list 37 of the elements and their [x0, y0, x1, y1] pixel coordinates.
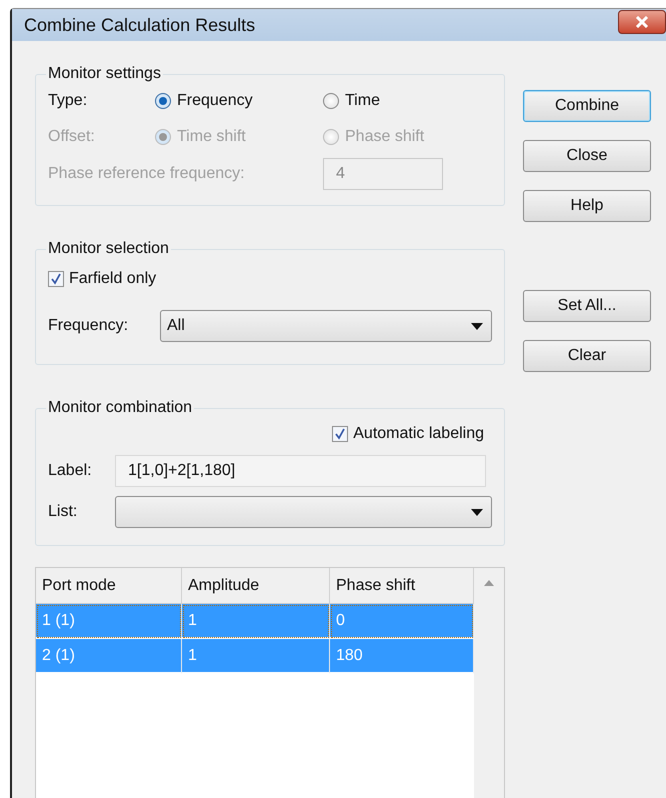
dropdown[interactable]: All [160, 310, 492, 342]
caret-icon [471, 322, 483, 330]
radio-label: Phase shift [345, 128, 424, 146]
dialog-button[interactable]: Combine [523, 90, 651, 122]
checkbox-label: Farfield only [69, 270, 156, 288]
input-field[interactable]: 1[1,0]+2[1,180] [115, 455, 486, 487]
checkbox[interactable] [48, 271, 64, 287]
radio-label: Time [345, 92, 380, 110]
group-title: Monitor selection [47, 240, 170, 258]
window-title: Combine Calculation Results [24, 14, 256, 36]
close-icon [635, 16, 649, 28]
dialog-button[interactable]: Clear [523, 340, 651, 372]
dialog-button[interactable]: Close [523, 140, 651, 172]
radio-button[interactable] [323, 93, 339, 109]
checkbox-label: Automatic labeling [353, 425, 484, 443]
column-header[interactable]: Port mode [36, 568, 182, 604]
field-label: Frequency: [48, 317, 130, 335]
dropdown[interactable] [115, 496, 492, 528]
field-label: Type: [48, 92, 88, 110]
group-title: Monitor settings [47, 65, 162, 83]
checkbox[interactable] [332, 426, 348, 442]
close-button[interactable] [618, 10, 666, 34]
group-title: Monitor combination [47, 399, 194, 417]
scrollbar[interactable] [474, 568, 504, 798]
field-label: List: [48, 503, 78, 521]
column-header[interactable]: Amplitude [182, 568, 330, 604]
field-label: Phase reference frequency: [48, 165, 246, 183]
column-header[interactable]: Phase shift [330, 568, 474, 604]
radio-label: Frequency [177, 92, 253, 110]
dialog-button[interactable]: Help [523, 190, 651, 222]
radio-label: Time shift [177, 128, 246, 146]
field-label: Label: [48, 462, 93, 480]
field-label: Offset: [48, 128, 95, 146]
radio-button[interactable] [155, 93, 171, 109]
scroll-up-icon[interactable] [484, 580, 494, 586]
caret-icon [471, 508, 483, 516]
dialog-button[interactable]: Set All... [523, 290, 651, 322]
